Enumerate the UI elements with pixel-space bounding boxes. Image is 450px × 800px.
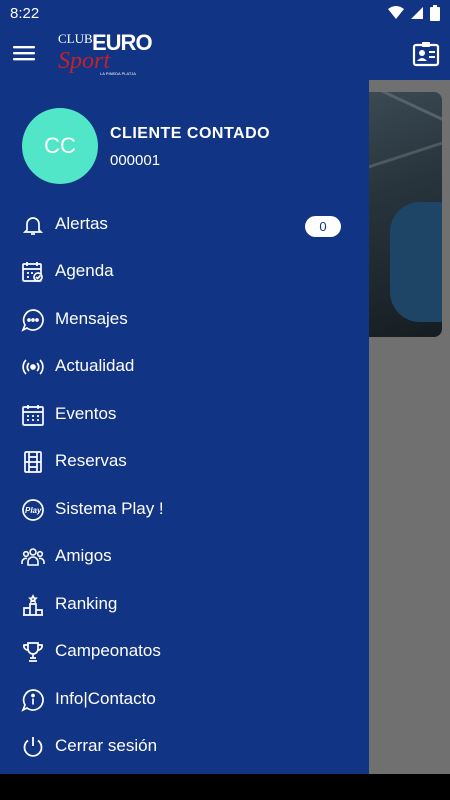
menu-item-eventos[interactable]: Eventos [0,393,369,437]
friends-icon [21,548,45,566]
menu-item-campeonatos[interactable]: Campeonatos [0,630,369,674]
wifi-icon [388,6,404,19]
menu-item-cerrar-sesion[interactable]: Cerrar sesión [0,725,369,769]
user-name: CLIENTE CONTADO [110,125,271,142]
calendar-check-icon [22,262,43,282]
menu-item-label: Mensajes [55,309,128,328]
signal-icon [411,7,423,19]
menu-item-label: Info|Contacto [55,689,156,708]
trophy-icon [23,642,43,662]
menu-item-amigos[interactable]: Amigos [0,535,369,579]
menu-item-label: Agenda [55,261,114,280]
menu-item-label: Eventos [55,404,117,423]
svg-text:CLUB: CLUB [58,31,93,46]
menu-item-info-contacto[interactable]: Info|Contacto [0,678,369,722]
menu-item-label: Amigos [55,546,112,565]
status-bar: 8:22 [0,0,450,28]
play-badge-icon: Play [22,499,44,521]
podium-icon [23,594,43,616]
menu-item-label: Sistema Play ! [55,499,164,518]
menu-item-label: Campeonatos [55,641,161,660]
app-bar: CLUB EURO Sport LA PINEDA PLATJA [0,28,450,80]
menu-item-ranking[interactable]: Ranking [0,583,369,627]
svg-text:Play: Play [25,506,42,515]
menu-item-alertas[interactable]: Alertas 0 [0,203,369,247]
system-navigation-bar [0,774,450,800]
menu-item-agenda[interactable]: Agenda [0,250,369,294]
hamburger-menu-icon[interactable] [12,41,36,65]
club-euro-sport-logo: CLUB EURO Sport LA PINEDA PLATJA [58,30,153,76]
status-icons [388,5,440,21]
menu-item-actualidad[interactable]: Actualidad [0,345,369,389]
status-time: 8:22 [10,5,40,22]
menu-item-sistema-play[interactable]: Play Sistema Play ! [0,488,369,532]
menu-item-reservas[interactable]: Reservas [0,440,369,484]
power-icon [23,737,43,757]
svg-text:LA PINEDA PLATJA: LA PINEDA PLATJA [100,71,136,76]
navigation-drawer: CC CLIENTE CONTADO 000001 Alertas 0 Agen… [0,80,369,774]
menu-item-mensajes[interactable]: Mensajes [0,298,369,342]
broadcast-icon [22,359,44,375]
menu-item-label: Ranking [55,594,118,613]
battery-icon [430,5,440,21]
user-code: 000001 [110,152,161,169]
chat-bubble-icon [21,309,44,332]
menu-item-label: Alertas [55,214,108,233]
court-icon [24,451,42,473]
alerts-count-badge: 0 [305,216,341,237]
menu-item-label: Cerrar sesión [55,736,158,755]
calendar-grid-icon [22,405,44,426]
info-icon [21,689,44,712]
menu-item-label: Reservas [55,451,127,470]
member-card-icon[interactable] [412,40,440,68]
avatar: CC [22,108,98,184]
menu-item-label: Actualidad [55,356,135,375]
bell-icon [22,217,44,235]
background-photo [360,92,442,337]
